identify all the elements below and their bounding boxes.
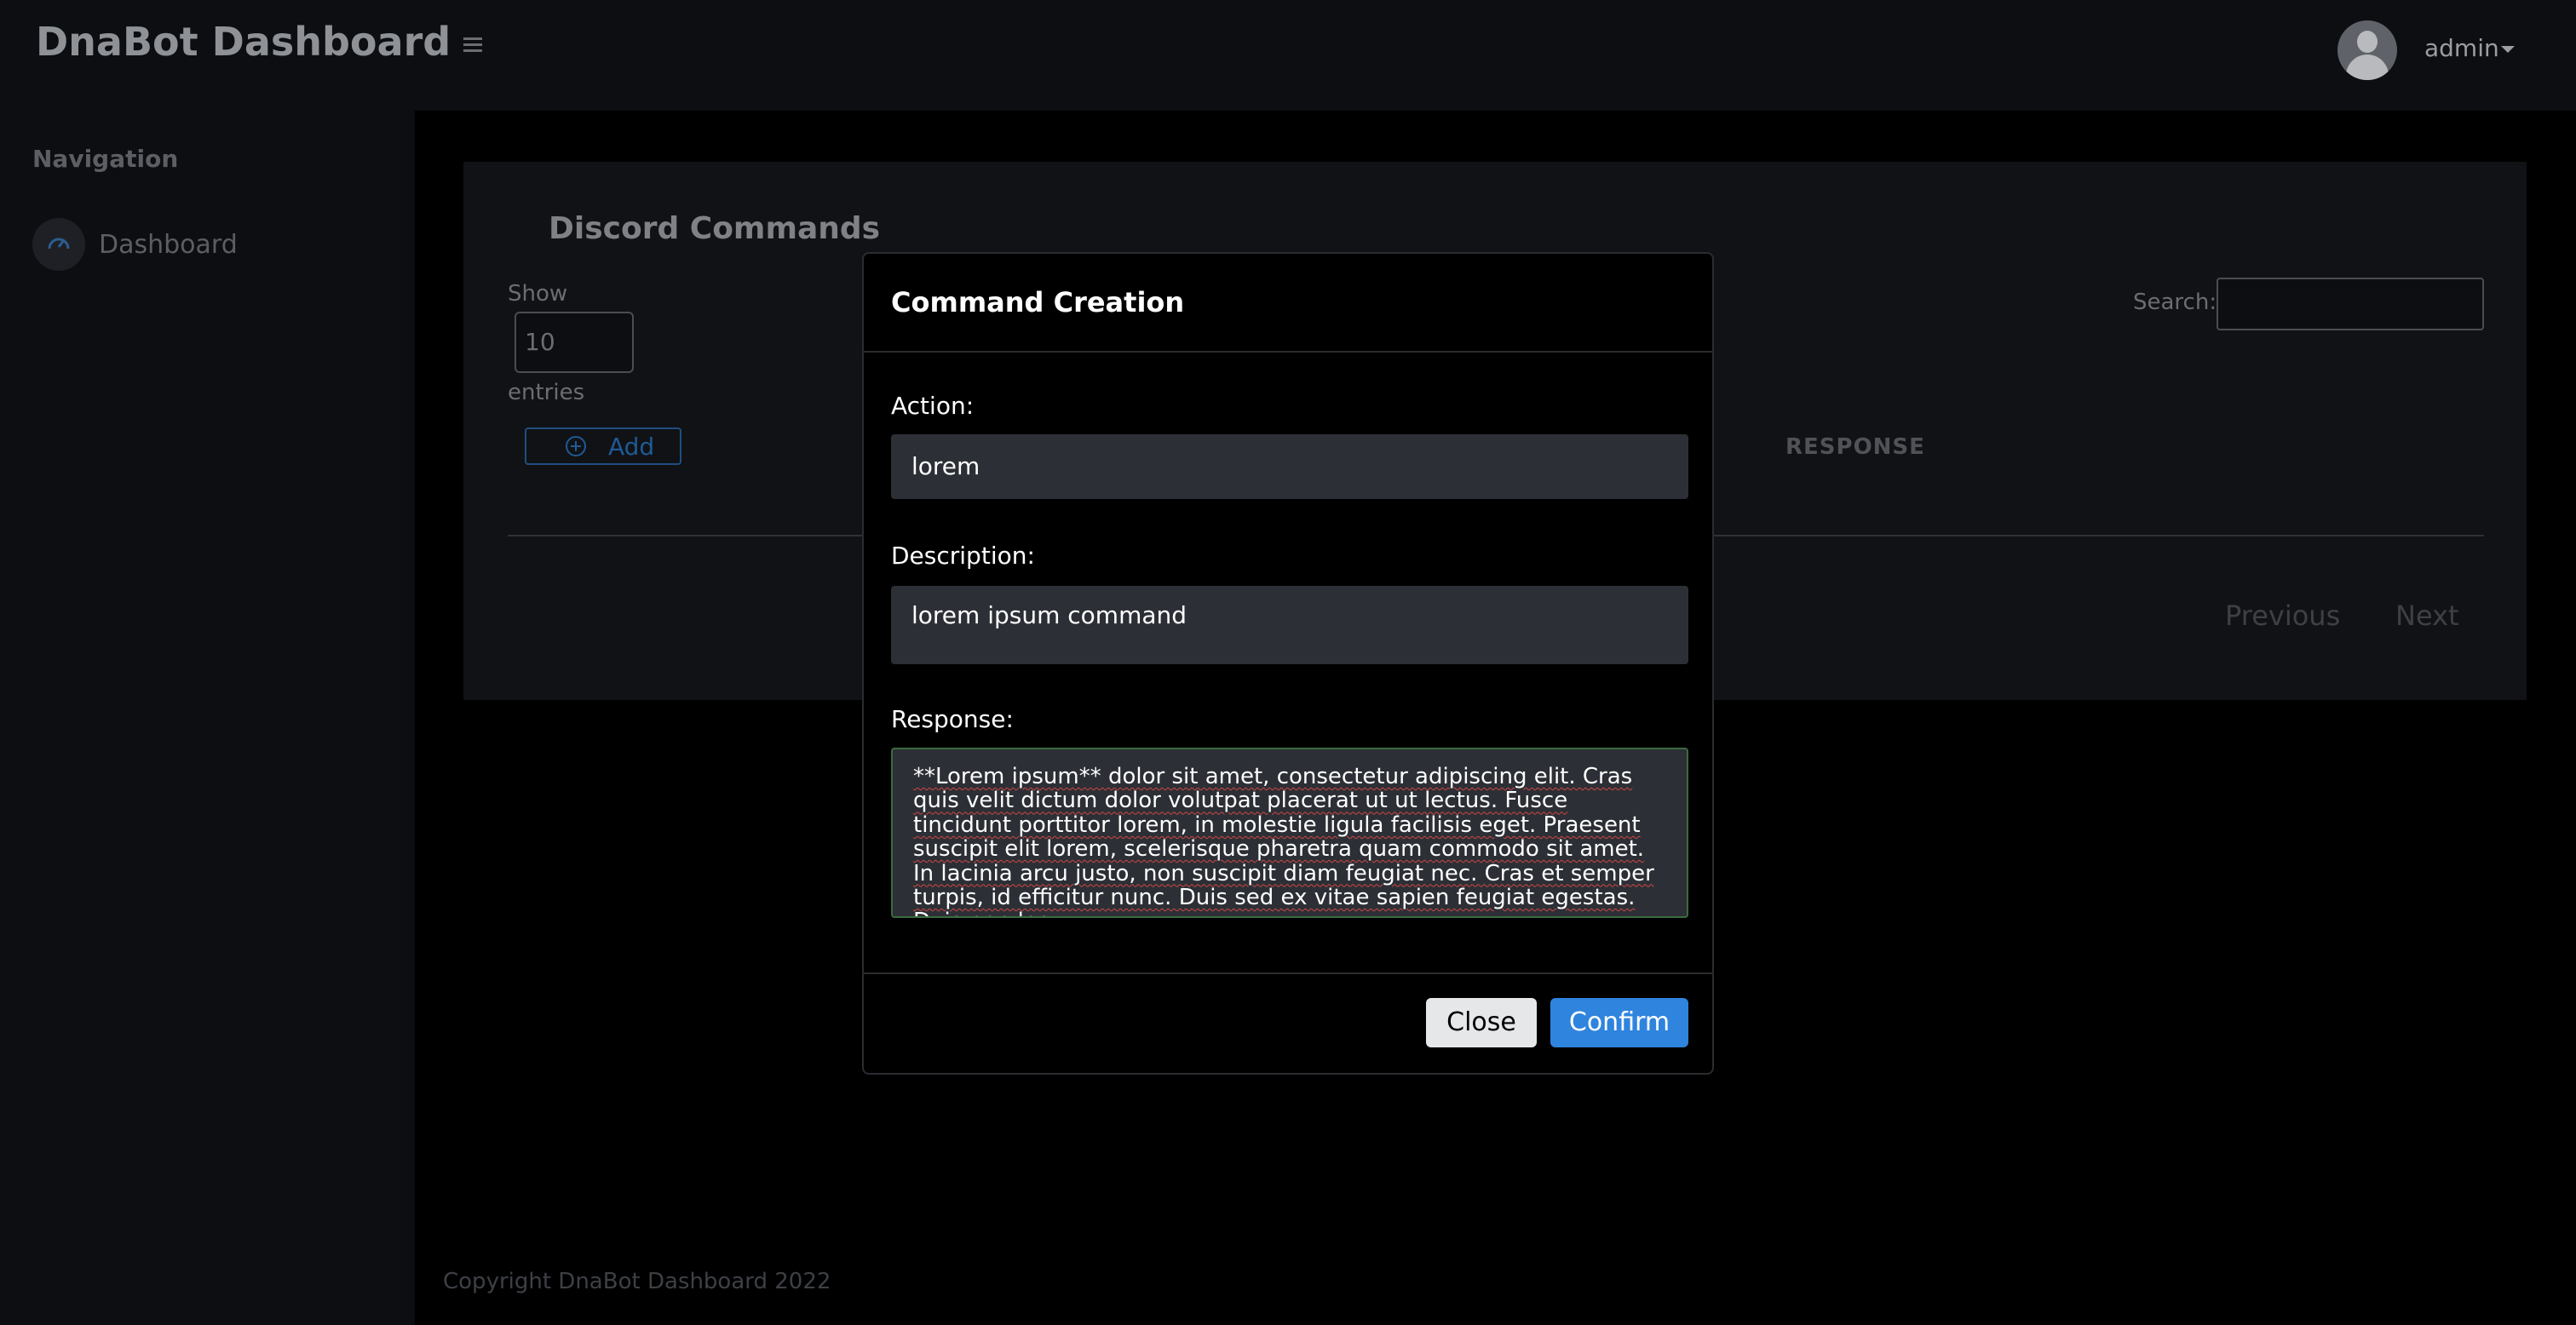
plus-circle-icon — [566, 436, 586, 456]
search-input[interactable] — [2217, 278, 2484, 330]
entries-label: entries — [508, 380, 585, 405]
modal-title: Command Creation — [891, 286, 1185, 318]
user-menu-name[interactable]: admin — [2424, 34, 2499, 62]
column-header-response[interactable]: RESPONSE — [1785, 434, 1925, 460]
sidebar: Navigation Dashboard — [0, 111, 415, 1325]
modal-header: Command Creation — [864, 254, 1712, 353]
pagination-next[interactable]: Next — [2395, 599, 2459, 632]
action-input[interactable]: lorem — [891, 434, 1688, 499]
modal-footer — [864, 972, 1712, 974]
confirm-button[interactable]: Confirm — [1550, 998, 1688, 1047]
sidebar-item-dashboard[interactable]: Dashboard — [32, 218, 390, 272]
close-button[interactable]: Close — [1426, 998, 1537, 1047]
pagination-previous[interactable]: Previous — [2225, 599, 2340, 632]
response-textarea[interactable]: **Lorem ipsum** dolor sit amet, consecte… — [891, 748, 1688, 918]
add-command-button[interactable]: Add — [525, 427, 681, 465]
footer-copyright: Copyright DnaBot Dashboard 2022 — [443, 1269, 831, 1294]
description-label: Description: — [891, 542, 1035, 570]
response-text: **Lorem ipsum** dolor sit amet, consecte… — [913, 764, 1654, 916]
top-navbar: DnaBot Dashboard admin — [0, 0, 2576, 111]
command-creation-modal: Command Creation Action: lorem Descripti… — [862, 252, 1714, 1075]
sidebar-item-label: Dashboard — [99, 230, 238, 260]
show-label: Show — [508, 281, 568, 307]
gauge-icon — [32, 218, 85, 271]
avatar[interactable] — [2337, 20, 2397, 80]
entries-select[interactable]: 10 — [515, 312, 634, 373]
sidebar-heading: Navigation — [32, 145, 179, 173]
response-label: Response: — [891, 705, 1014, 733]
chevron-down-icon[interactable] — [2501, 46, 2515, 53]
page-title: Discord Commands — [549, 211, 881, 246]
add-button-label: Add — [608, 433, 655, 461]
hamburger-menu-icon[interactable] — [463, 37, 482, 56]
description-input[interactable]: lorem ipsum command — [891, 586, 1688, 664]
action-label: Action: — [891, 392, 975, 420]
brand-title[interactable]: DnaBot Dashboard — [36, 19, 451, 65]
search-label: Search: — [2133, 290, 2217, 315]
